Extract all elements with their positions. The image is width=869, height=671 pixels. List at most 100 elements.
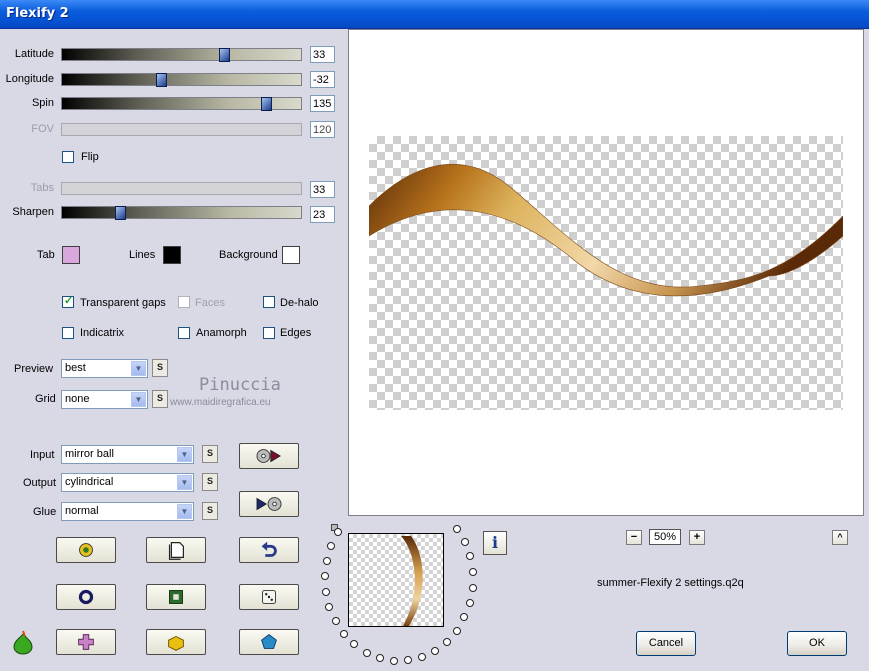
navigator-dot[interactable] bbox=[327, 541, 336, 550]
tabs-slider bbox=[61, 182, 302, 195]
navigator-dot[interactable] bbox=[442, 637, 451, 646]
edges-label: Edges bbox=[280, 327, 312, 339]
navigator-dot[interactable] bbox=[465, 598, 474, 607]
indicatrix-checkbox[interactable] bbox=[62, 327, 74, 339]
lines-color-swatch[interactable] bbox=[163, 246, 181, 264]
chevron-down-icon[interactable]: ▼ bbox=[177, 475, 192, 490]
ok-button[interactable]: OK bbox=[787, 631, 847, 656]
background-color-swatch[interactable] bbox=[282, 246, 300, 264]
navigator-dot[interactable] bbox=[468, 567, 477, 576]
navigator-dot[interactable] bbox=[334, 527, 343, 536]
copy-input-to-output-button[interactable] bbox=[239, 443, 299, 469]
latitude-value[interactable]: 33 bbox=[310, 46, 335, 63]
anamorph-label: Anamorph bbox=[196, 327, 247, 339]
navigator-dot[interactable] bbox=[375, 654, 384, 663]
navigator-dot[interactable] bbox=[468, 583, 477, 592]
input-projection-select[interactable]: mirror ball ▼ bbox=[61, 445, 194, 464]
navigator-dot[interactable] bbox=[460, 537, 469, 546]
transparent-gaps-checkbox[interactable]: ✓ bbox=[62, 295, 74, 308]
slider-thumb[interactable] bbox=[261, 97, 272, 111]
transparent-gaps-label: Transparent gaps bbox=[80, 297, 166, 309]
sharpen-slider[interactable] bbox=[61, 206, 302, 220]
preview-canvas[interactable] bbox=[348, 29, 864, 516]
zoom-out-button[interactable]: − bbox=[626, 530, 642, 545]
zoom-in-button[interactable]: + bbox=[689, 530, 705, 545]
chevron-down-icon[interactable]: ▼ bbox=[131, 392, 146, 407]
preview-quality-select[interactable]: best ▼ bbox=[61, 359, 148, 378]
navigator-dot[interactable] bbox=[331, 617, 340, 626]
spin-label: Spin bbox=[31, 97, 54, 109]
anamorph-checkbox[interactable] bbox=[178, 327, 190, 339]
slider-thumb[interactable] bbox=[115, 206, 126, 220]
latitude-slider[interactable] bbox=[61, 48, 302, 62]
grid-select-label: Grid bbox=[35, 393, 56, 405]
navigator-dot[interactable] bbox=[340, 629, 348, 638]
navigator-dot[interactable] bbox=[322, 556, 331, 565]
output-projection-select[interactable]: cylindrical ▼ bbox=[61, 473, 194, 492]
grid-select[interactable]: none ▼ bbox=[61, 390, 148, 409]
collapse-up-button[interactable]: ^ bbox=[832, 530, 848, 545]
navigator-dot[interactable] bbox=[460, 613, 469, 622]
navigator-dot[interactable] bbox=[404, 656, 413, 665]
slider-thumb[interactable] bbox=[219, 48, 230, 62]
glue-select-label: Glue bbox=[33, 506, 57, 518]
randomize-all-button[interactable] bbox=[56, 537, 116, 563]
de-halo-checkbox[interactable] bbox=[263, 296, 275, 308]
output-select-label: Output bbox=[23, 477, 57, 489]
navigator-dot[interactable] bbox=[389, 656, 398, 665]
chevron-down-icon[interactable]: ▼ bbox=[131, 361, 146, 376]
chevron-down-icon[interactable]: ▼ bbox=[177, 504, 192, 519]
slider-thumb[interactable] bbox=[156, 73, 167, 87]
spin-value[interactable]: 135 bbox=[310, 95, 335, 112]
grid-value: none bbox=[65, 393, 90, 405]
random-dice-button[interactable] bbox=[239, 584, 299, 610]
block-shape-button[interactable] bbox=[146, 629, 206, 655]
square-shape-button[interactable] bbox=[146, 584, 206, 610]
cross-shape-button[interactable] bbox=[56, 629, 116, 655]
undo-button[interactable] bbox=[239, 537, 299, 563]
ribbon-thumbnail-image bbox=[401, 536, 423, 626]
navigator-dot[interactable] bbox=[430, 646, 439, 655]
navigator-thumbnail[interactable] bbox=[348, 533, 444, 627]
longitude-label: Longitude bbox=[5, 73, 54, 85]
longitude-slider[interactable] bbox=[61, 73, 302, 87]
spin-slider[interactable] bbox=[61, 97, 302, 111]
tabs-value: 33 bbox=[310, 181, 335, 198]
navigator-dot[interactable] bbox=[417, 652, 426, 661]
sharpen-value[interactable]: 23 bbox=[310, 206, 335, 223]
cancel-button[interactable]: Cancel bbox=[636, 631, 696, 656]
navigator-dot[interactable] bbox=[321, 587, 330, 596]
navigator-dot[interactable] bbox=[325, 603, 334, 612]
latitude-label: Latitude bbox=[14, 48, 54, 60]
output-s-button[interactable]: S bbox=[202, 473, 218, 491]
info-button[interactable]: i bbox=[483, 531, 507, 555]
indicatrix-label: Indicatrix bbox=[80, 327, 125, 339]
pentagon-shape-button[interactable] bbox=[239, 629, 299, 655]
longitude-value[interactable]: -32 bbox=[310, 71, 335, 88]
edges-checkbox[interactable] bbox=[263, 327, 275, 339]
new-document-button[interactable] bbox=[146, 537, 206, 563]
tab-color-swatch[interactable] bbox=[62, 246, 80, 264]
preview-quality-value: best bbox=[65, 362, 86, 374]
settings-filename: summer-Flexify 2 settings.q2q bbox=[597, 577, 744, 589]
navigator-dot[interactable] bbox=[453, 524, 462, 533]
ring-icon bbox=[78, 589, 94, 605]
navigator-dot[interactable] bbox=[350, 640, 359, 649]
glue-s-button[interactable]: S bbox=[202, 502, 218, 520]
watermark-url: www.maidiregrafica.eu bbox=[170, 397, 271, 408]
glue-select[interactable]: normal ▼ bbox=[61, 502, 194, 521]
watermark-name: Pinuccia bbox=[199, 375, 281, 395]
navigator-dot[interactable] bbox=[466, 552, 475, 561]
input-s-button[interactable]: S bbox=[202, 445, 218, 463]
play-disc-icon bbox=[256, 497, 282, 511]
circle-shape-button[interactable] bbox=[56, 584, 116, 610]
flip-checkbox[interactable] bbox=[62, 151, 74, 163]
chevron-down-icon[interactable]: ▼ bbox=[177, 447, 192, 462]
preview-s-button[interactable]: S bbox=[152, 359, 168, 377]
navigator-dot[interactable] bbox=[321, 572, 330, 581]
copy-output-to-input-button[interactable] bbox=[239, 491, 299, 517]
navigator-dot[interactable] bbox=[362, 648, 371, 657]
navigator-dot[interactable] bbox=[452, 626, 461, 635]
flaming-pear-logo-icon bbox=[13, 630, 33, 655]
grid-s-button[interactable]: S bbox=[152, 390, 168, 408]
